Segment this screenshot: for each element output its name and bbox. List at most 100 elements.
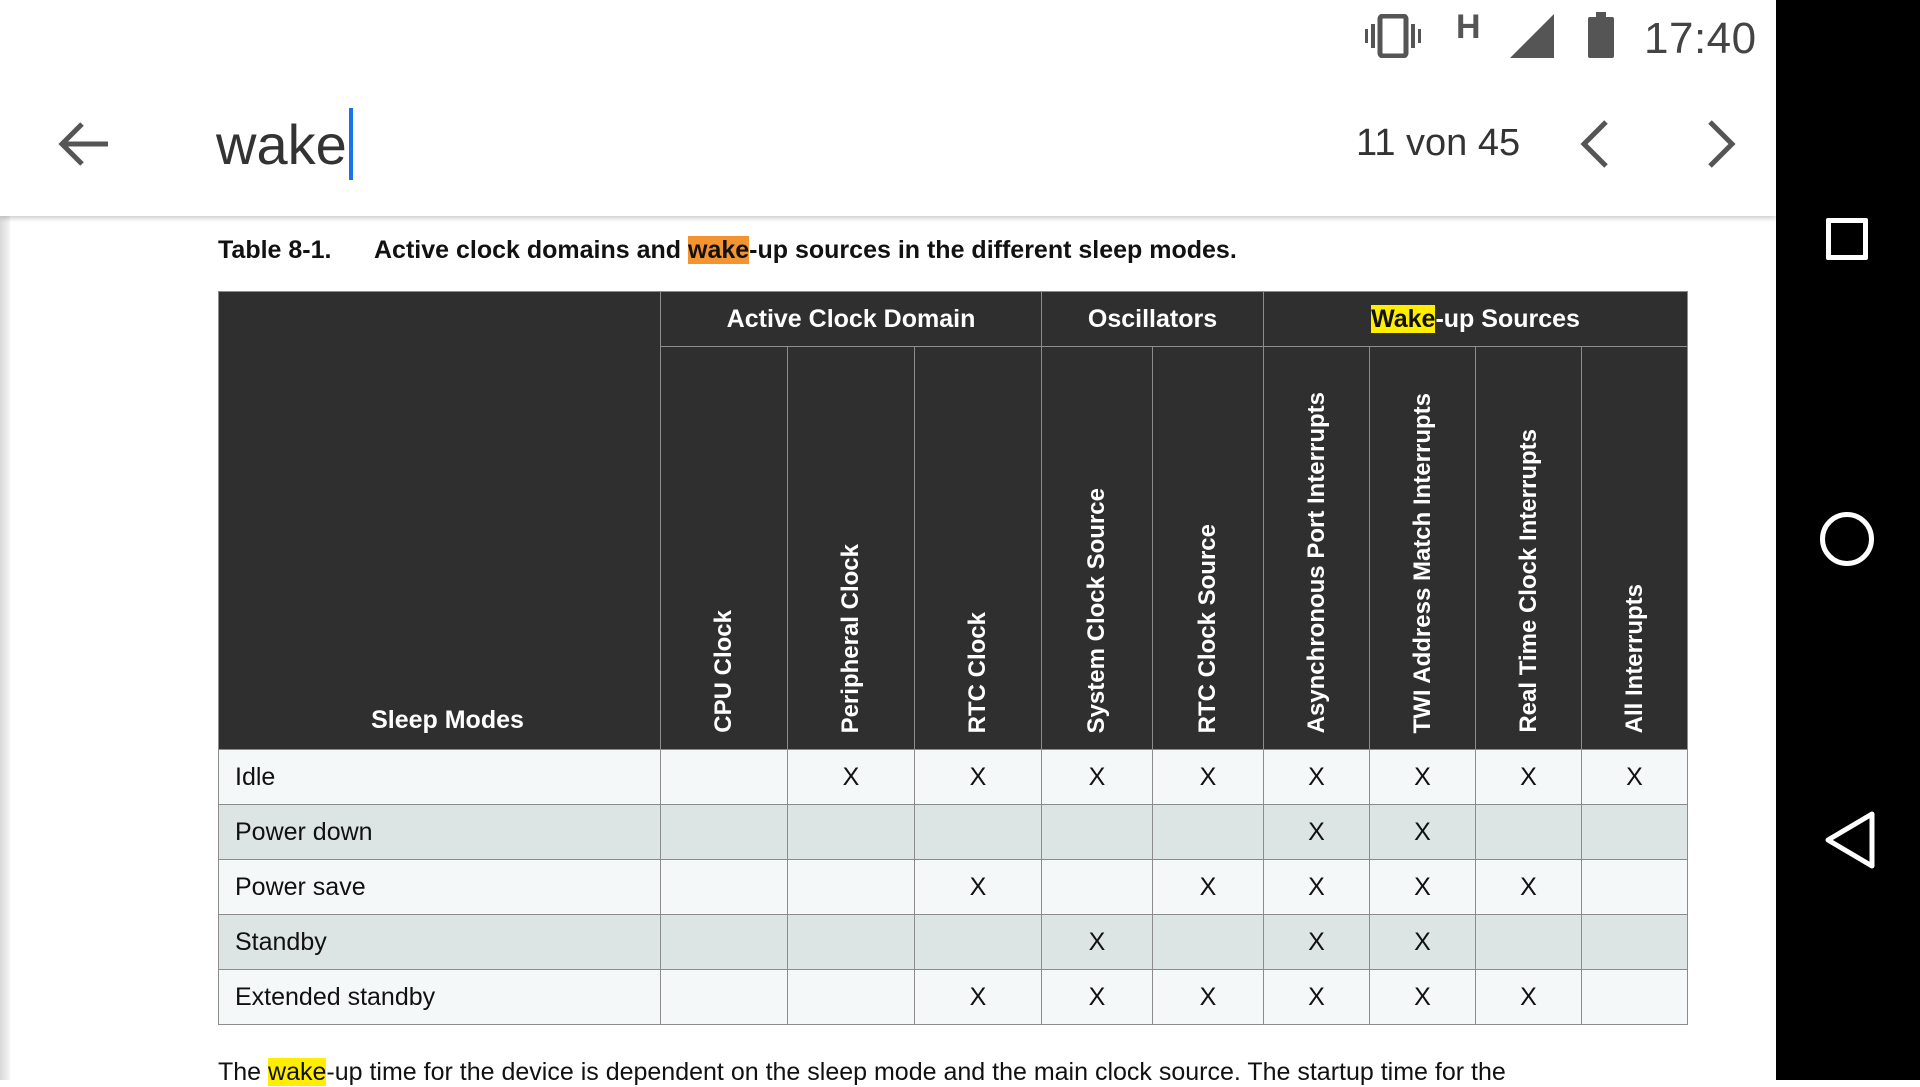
column-header: TWI Address Match Interrupts: [1369, 346, 1476, 750]
sleep-modes-table: Sleep Modes Active Clock Domain Oscillat…: [218, 291, 1688, 1025]
table-cell: [1581, 804, 1688, 860]
group-wakeup-sources: Wake-up Sources: [1263, 291, 1688, 347]
sleep-mode-cell: Extended standby: [218, 969, 661, 1025]
table-cell: [1152, 914, 1264, 970]
table-cell: X: [1581, 749, 1688, 805]
column-header: Asynchronous Port Interrupts: [1263, 346, 1370, 750]
table-cell: [660, 749, 788, 805]
column-header-label: All Interrupts: [1620, 583, 1648, 733]
table-cell: X: [914, 859, 1042, 915]
table-cell: X: [1152, 859, 1264, 915]
column-header-label: System Clock Source: [1083, 487, 1110, 733]
table-cell: X: [1369, 804, 1476, 860]
table-cell: [660, 804, 788, 860]
table-cell: [914, 804, 1042, 860]
table-cell: [1041, 804, 1153, 860]
table-cell: X: [1475, 859, 1582, 915]
column-header-label: Asynchronous Port Interrupts: [1302, 391, 1330, 733]
table-row: Idle X X X X X X X X: [218, 749, 1688, 805]
column-header: Peripheral Clock: [787, 346, 915, 750]
sleep-modes-header: Sleep Modes: [218, 291, 661, 750]
match-highlight: Wake: [1371, 304, 1436, 333]
sleep-mode-cell: Power save: [218, 859, 661, 915]
sleep-mode-cell: Idle: [218, 749, 661, 805]
caption-text-rest: -up sources in the different sleep modes…: [749, 236, 1237, 264]
table-cell: X: [1263, 749, 1370, 805]
column-header-label: RTC Clock Source: [1194, 523, 1221, 733]
column-header: RTC Clock Source: [1152, 346, 1264, 750]
previous-match-button[interactable]: [1570, 116, 1626, 172]
table-cell: X: [1152, 749, 1264, 805]
body-text-start: The: [218, 1058, 269, 1086]
table-cell: [1475, 914, 1582, 970]
body-paragraph: The wake-up time for the device is depen…: [218, 1058, 1638, 1087]
column-header-label: Real Time Clock Interrupts: [1514, 429, 1542, 733]
table-cell: X: [1041, 969, 1153, 1025]
table-cell: [1581, 914, 1688, 970]
body-text-rest: -up time for the device is dependent on …: [326, 1058, 1506, 1086]
network-type-indicator: H: [1456, 8, 1481, 46]
table-cell: X: [914, 749, 1042, 805]
column-header: CPU Clock: [660, 346, 788, 750]
search-query: wake: [216, 112, 347, 176]
table-cell: [1041, 859, 1153, 915]
table-cell: [1475, 804, 1582, 860]
home-circle-icon[interactable]: [1820, 512, 1874, 566]
table-cell: [787, 969, 915, 1025]
table-cell: X: [1369, 969, 1476, 1025]
table-number: Table 8-1.: [218, 236, 332, 264]
table-cell: [914, 914, 1042, 970]
caption-text: Active clock domains and: [374, 236, 688, 264]
find-in-page-bar: H 17:40 wake 11 von 45: [0, 0, 1776, 216]
table-cell: X: [1475, 969, 1582, 1025]
table-cell: X: [1041, 749, 1153, 805]
signal-icon: [1510, 14, 1554, 58]
current-match-highlight: wake: [688, 236, 750, 264]
column-header-label: TWI Address Match Interrupts: [1408, 392, 1436, 733]
group-oscillators: Oscillators: [1041, 291, 1264, 347]
column-header: System Clock Source: [1041, 346, 1153, 750]
column-header-label: Peripheral Clock: [837, 543, 864, 733]
sleep-mode-cell: Standby: [218, 914, 661, 970]
table-cell: [787, 859, 915, 915]
page-edge: [0, 216, 10, 1080]
sleep-mode-cell: Power down: [218, 804, 661, 860]
recents-square-icon[interactable]: [1826, 218, 1868, 260]
table-cell: [1581, 859, 1688, 915]
back-arrow-icon[interactable]: [56, 116, 112, 172]
table-cell: X: [1041, 914, 1153, 970]
match-highlight: wake: [268, 1058, 327, 1086]
table-row: Standby X X X: [218, 914, 1688, 970]
group-label-rest: -up Sources: [1435, 304, 1580, 333]
table-cell: X: [1369, 914, 1476, 970]
group-active-clock-domain: Active Clock Domain: [660, 291, 1042, 347]
table-row: Extended standby X X X X X X: [218, 969, 1688, 1025]
table-cell: [787, 914, 915, 970]
table-cell: X: [787, 749, 915, 805]
table-cell: [1581, 969, 1688, 1025]
table-cell: [1152, 804, 1264, 860]
table-cell: [787, 804, 915, 860]
back-triangle-icon[interactable]: [1824, 810, 1876, 870]
table-cell: X: [1369, 749, 1476, 805]
table-cell: [660, 969, 788, 1025]
table-row: Power down X X: [218, 804, 1688, 860]
table-cell: X: [1475, 749, 1582, 805]
table-row: Power save X X X X X: [218, 859, 1688, 915]
table-cell: X: [1263, 969, 1370, 1025]
next-match-button[interactable]: [1690, 116, 1746, 172]
table-cell: [660, 914, 788, 970]
search-input[interactable]: wake: [216, 108, 353, 180]
table-cell: X: [1263, 914, 1370, 970]
table-cell: [660, 859, 788, 915]
status-time: 17:40: [1644, 14, 1757, 63]
text-caret: [348, 108, 353, 180]
column-header-label: CPU Clock: [710, 610, 737, 733]
column-header: RTC Clock: [914, 346, 1042, 750]
table-cell: X: [1263, 804, 1370, 860]
battery-icon: [1588, 12, 1614, 58]
match-counter: 11 von 45: [1356, 122, 1521, 164]
column-header: All Interrupts: [1581, 346, 1688, 750]
table-caption: Table 8-1. Active clock domains and wake-…: [218, 236, 1237, 265]
column-header-label: RTC Clock: [964, 611, 991, 733]
